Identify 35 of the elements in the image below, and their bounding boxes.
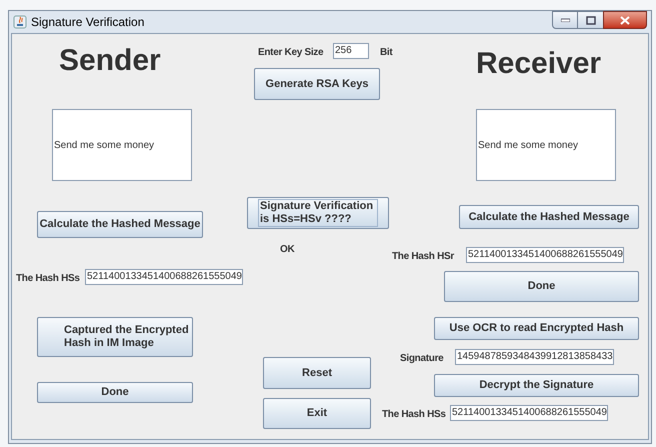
decrypt-button[interactable]: Decrypt the Signature	[434, 374, 639, 397]
done-button[interactable]: Done	[37, 382, 193, 403]
verify-signature-button[interactable]: Signature Verification is HSs=HSv ????	[247, 197, 389, 229]
key-size-field[interactable]: 256	[333, 43, 369, 59]
capture-hash-button[interactable]: Captured the Encrypted Hash in IM Image	[37, 317, 193, 357]
receiver-heading: Receiver	[476, 47, 602, 81]
exit-button[interactable]: Exit	[263, 398, 371, 429]
hash-label: The Hash HSs	[16, 272, 80, 286]
close-icon	[620, 16, 630, 24]
calculate-hash-button[interactable]: Calculate the Hashed Message	[37, 211, 203, 238]
maximize-button[interactable]	[578, 11, 603, 29]
ocr-button[interactable]: Use OCR to read Encrypted Hash	[434, 317, 639, 340]
message-field[interactable]: Send me some money	[476, 109, 616, 181]
done-button[interactable]: Done	[444, 271, 639, 302]
message-field[interactable]: Send me some money	[52, 109, 192, 181]
generate-keys-button[interactable]: Generate RSA Keys	[254, 68, 380, 100]
bit-label: Bit	[380, 46, 392, 60]
close-button[interactable]	[603, 11, 647, 29]
hash-field[interactable]: 5211400133451400688261555049	[466, 247, 624, 263]
maximize-icon	[586, 16, 596, 24]
calculate-hash-button[interactable]: Calculate the Hashed Message	[459, 205, 639, 229]
hash-field[interactable]: 5211400133451400688261555049	[450, 405, 608, 421]
window-title: Signature Verification	[31, 14, 144, 31]
hash-label: The Hash HSr	[392, 250, 454, 264]
result-text: OK	[280, 243, 294, 257]
reset-button[interactable]: Reset	[263, 357, 371, 389]
minimize-icon	[560, 18, 570, 22]
key-size-label: Enter Key Size	[258, 46, 324, 60]
minimize-button[interactable]	[552, 11, 578, 29]
sender-heading: Sender	[59, 44, 161, 78]
hash-label: The Hash HSs	[382, 408, 446, 422]
signature-label: Signature	[400, 352, 444, 366]
java-cup-icon	[13, 15, 27, 29]
signature-field[interactable]: 1459487859348439912813858433	[455, 349, 614, 365]
hash-field[interactable]: 5211400133451400688261555049	[85, 269, 243, 285]
